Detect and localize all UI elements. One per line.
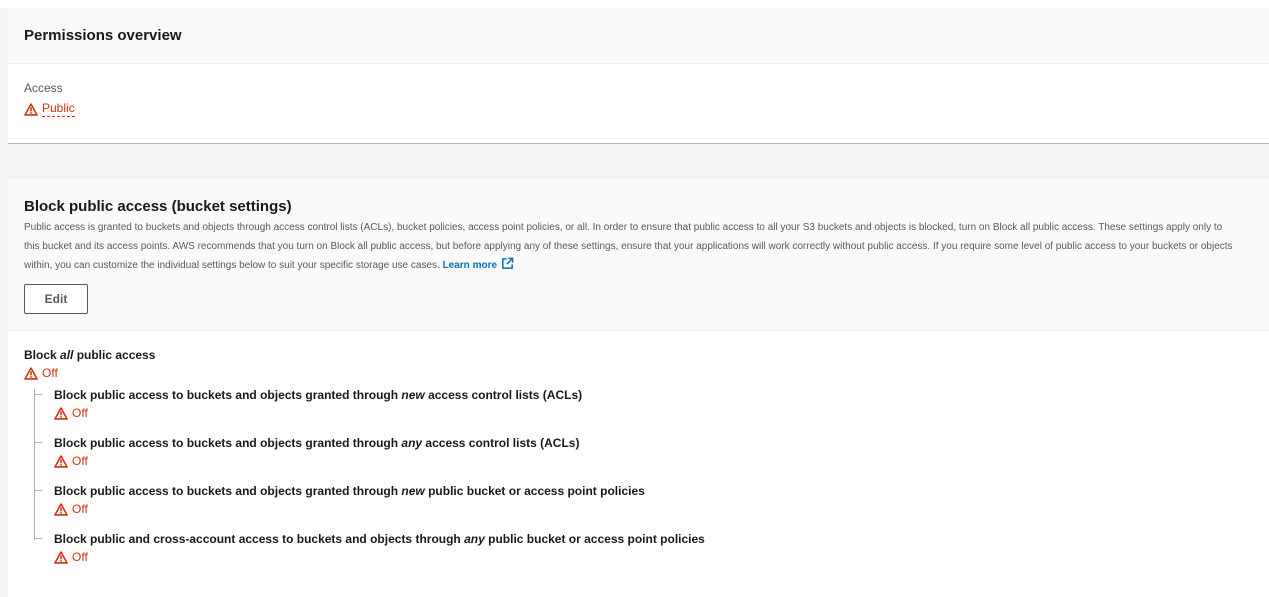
main-title-suffix: public access — [73, 348, 156, 362]
block-public-access-description: Public access is granted to buckets and … — [24, 218, 1239, 275]
warning-icon — [24, 366, 38, 380]
block-public-access-settings: Block all public access Off Block public… — [8, 331, 1269, 581]
setting-title-suffix: public bucket or access point policies — [424, 484, 645, 498]
access-value-popover-trigger[interactable]: Public — [42, 101, 75, 117]
permissions-overview-header: Permissions overview — [8, 8, 1269, 64]
description-text: Public access is granted to buckets and … — [24, 222, 1233, 271]
tree-branch-line — [34, 394, 42, 395]
section-separator — [8, 145, 1269, 179]
setting-any-acls: Block public access to buckets and objec… — [34, 437, 1253, 485]
warning-icon — [54, 550, 68, 564]
status-off-text: Off — [72, 406, 88, 420]
setting-title-suffix: access control lists (ACLs) — [422, 436, 580, 450]
setting-status: Off — [54, 502, 1253, 516]
main-title-prefix: Block — [24, 348, 61, 362]
status-off-text: Off — [72, 502, 88, 516]
setting-title-prefix: Block public access to buckets and objec… — [54, 388, 402, 402]
access-status: Public — [24, 101, 1253, 117]
learn-more-label: Learn more — [442, 260, 498, 271]
warning-icon — [54, 406, 68, 420]
permissions-overview-title: Permissions overview — [24, 27, 182, 44]
setting-status: Off — [54, 406, 1253, 420]
setting-title: Block public access to buckets and objec… — [54, 437, 1253, 449]
setting-title-suffix: access control lists (ACLs) — [424, 388, 583, 402]
status-off-text: Off — [42, 366, 58, 380]
top-band — [0, 0, 1269, 8]
setting-title: Block public access to buckets and objec… — [54, 389, 1253, 401]
setting-title-em: any — [401, 436, 423, 450]
permissions-overview-card: Permissions overview Access Public — [8, 8, 1269, 144]
setting-title: Block public access to buckets and objec… — [54, 485, 1253, 497]
block-all-public-access-setting: Block all public access Off — [24, 348, 1253, 380]
setting-title-prefix: Block public and cross-account access to… — [54, 532, 465, 546]
block-public-access-header: Block public access (bucket settings) Pu… — [8, 179, 1269, 331]
access-label: Access — [24, 81, 63, 95]
page: Permissions overview Access Public Block… — [0, 0, 1269, 597]
status-off-text: Off — [72, 550, 88, 564]
warning-icon — [54, 502, 68, 516]
tree-branch-line — [34, 538, 42, 539]
permissions-overview-body: Access Public — [8, 64, 1269, 117]
setting-title-em: new — [401, 388, 425, 402]
warning-icon — [24, 102, 38, 116]
learn-more-link[interactable]: Learn more — [442, 257, 514, 271]
setting-title-em: new — [401, 484, 425, 498]
setting-new-policies: Block public access to buckets and objec… — [34, 485, 1253, 533]
main-title-em: all — [60, 348, 74, 362]
tree-branch-line — [34, 490, 42, 491]
sub-settings-tree: Block public access to buckets and objec… — [34, 389, 1253, 581]
setting-any-policies: Block public and cross-account access to… — [34, 533, 1253, 581]
setting-new-acls: Block public access to buckets and objec… — [34, 389, 1253, 437]
setting-status: Off — [54, 550, 1253, 564]
setting-title-prefix: Block public access to buckets and objec… — [54, 484, 402, 498]
setting-status: Off — [54, 454, 1253, 468]
tree-branch-line — [34, 442, 42, 443]
external-link-icon — [502, 257, 514, 269]
edit-button[interactable]: Edit — [24, 284, 88, 314]
block-all-public-access-status: Off — [24, 366, 1253, 380]
block-public-access-card: Block public access (bucket settings) Pu… — [8, 179, 1269, 597]
block-all-public-access-title: Block all public access — [24, 348, 1253, 362]
warning-icon — [54, 454, 68, 468]
setting-title: Block public and cross-account access to… — [54, 533, 1253, 545]
setting-title-em: any — [464, 532, 485, 546]
setting-title-prefix: Block public access to buckets and objec… — [54, 436, 402, 450]
block-public-access-title: Block public access (bucket settings) — [24, 198, 292, 215]
setting-title-suffix: public bucket or access point policies — [484, 532, 705, 546]
status-off-text: Off — [72, 454, 88, 468]
